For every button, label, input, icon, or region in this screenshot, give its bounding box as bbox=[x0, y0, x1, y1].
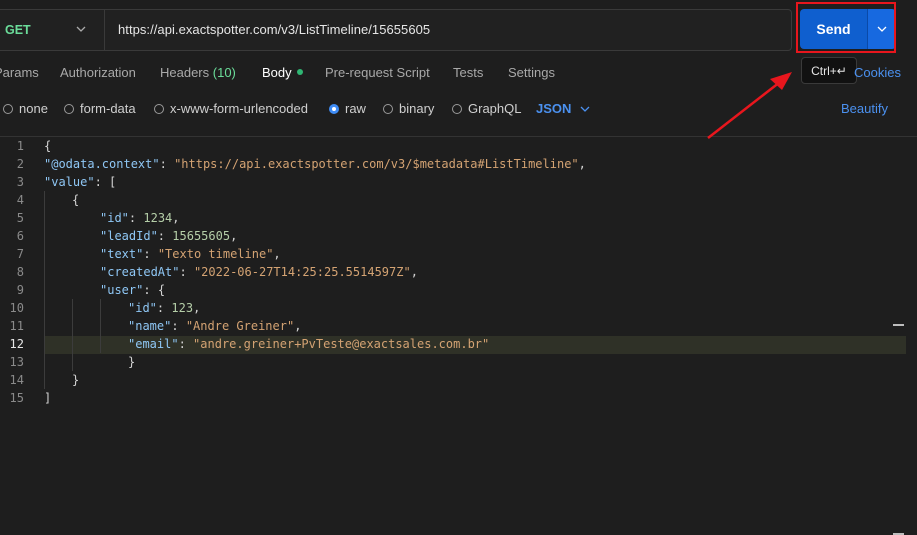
line-number: 1 bbox=[16, 139, 24, 153]
indent-guide bbox=[72, 299, 73, 371]
radio-binary[interactable]: binary bbox=[383, 101, 434, 116]
annotation-highlight-box bbox=[796, 2, 896, 53]
radio-circle bbox=[383, 103, 393, 114]
beautify-link[interactable]: Beautify bbox=[841, 101, 888, 116]
tab-headers-count: (10) bbox=[212, 65, 236, 80]
radio-circle-selected bbox=[329, 103, 339, 114]
line-number: 5 bbox=[16, 211, 24, 225]
radio-x-www-form-urlencoded[interactable]: x-www-form-urlencoded bbox=[154, 101, 308, 116]
send-shortcut-tooltip: Ctrl+↵ bbox=[801, 57, 857, 84]
line-number-current: 12 bbox=[9, 337, 24, 351]
request-url-bar: GET https://api.exactspotter.com/v3/List… bbox=[0, 9, 792, 51]
code-line-current: "email": "andre.greiner+PvTeste@exactsal… bbox=[128, 337, 490, 351]
radio-label: none bbox=[19, 101, 48, 116]
code-line: "id": 123, bbox=[128, 301, 201, 315]
radio-circle bbox=[64, 103, 74, 114]
line-number: 10 bbox=[9, 301, 24, 315]
tab-body[interactable]: Body bbox=[262, 65, 303, 80]
radio-graphql[interactable]: GraphQL bbox=[452, 101, 521, 116]
indent-guide bbox=[100, 299, 101, 353]
code-line: ] bbox=[44, 391, 52, 405]
line-number: 9 bbox=[16, 283, 24, 297]
line-number: 4 bbox=[16, 193, 24, 207]
tab-tests[interactable]: Tests bbox=[453, 65, 483, 80]
chevron-down-icon bbox=[76, 26, 86, 32]
code-line: "leadId": 15655605, bbox=[100, 229, 238, 243]
line-number: 3 bbox=[16, 175, 24, 189]
code-line: { bbox=[72, 193, 80, 207]
code-line: "createdAt": "2022-06-27T14:25:25.551459… bbox=[100, 265, 418, 279]
body-indicator-dot bbox=[296, 69, 303, 75]
radio-raw[interactable]: raw bbox=[329, 101, 366, 116]
tab-settings[interactable]: Settings bbox=[508, 65, 555, 80]
body-editor[interactable]: 1 2 3 4 5 6 7 8 9 10 11 12 13 14 15 { "@… bbox=[0, 137, 917, 535]
line-number: 14 bbox=[9, 373, 24, 387]
code-line: } bbox=[72, 373, 80, 387]
radio-form-data[interactable]: form-data bbox=[64, 101, 136, 116]
code-line: "name": "Andre Greiner", bbox=[128, 319, 302, 333]
tab-pre-request-script[interactable]: Pre-request Script bbox=[325, 65, 430, 80]
method-label: GET bbox=[5, 23, 31, 37]
code-line: } bbox=[128, 355, 136, 369]
radio-circle bbox=[452, 103, 462, 114]
line-number: 2 bbox=[16, 157, 24, 171]
scrollbar-marker bbox=[893, 324, 904, 326]
line-number: 7 bbox=[16, 247, 24, 261]
tab-headers[interactable]: Headers (10) bbox=[160, 65, 236, 80]
code-line: "@odata.context": "https://api.exactspot… bbox=[44, 157, 586, 171]
method-select[interactable]: GET bbox=[0, 10, 105, 50]
tab-body-label: Body bbox=[262, 65, 292, 80]
line-number: 13 bbox=[9, 355, 24, 369]
radio-label: raw bbox=[345, 101, 366, 116]
radio-circle bbox=[3, 103, 13, 114]
radio-circle bbox=[154, 103, 164, 114]
radio-label: GraphQL bbox=[468, 101, 522, 116]
cookies-link[interactable]: Cookies bbox=[854, 65, 901, 80]
tab-params[interactable]: Params bbox=[0, 65, 39, 80]
line-number: 8 bbox=[16, 265, 24, 279]
code-line: "value": [ bbox=[44, 175, 117, 189]
format-label: JSON bbox=[536, 101, 572, 116]
code-line: "text": "Texto timeline", bbox=[100, 247, 281, 261]
code-line: "id": 1234, bbox=[100, 211, 180, 225]
radio-none[interactable]: none bbox=[3, 101, 48, 116]
code-line: { bbox=[44, 139, 52, 153]
line-number: 11 bbox=[9, 319, 24, 333]
tab-headers-label: Headers bbox=[160, 65, 210, 80]
indent-guide bbox=[44, 191, 45, 389]
format-select[interactable]: JSON bbox=[536, 101, 590, 116]
line-number: 15 bbox=[9, 391, 24, 405]
radio-label: x-www-form-urlencoded bbox=[170, 101, 308, 116]
line-number: 6 bbox=[16, 229, 24, 243]
tab-authorization[interactable]: Authorization bbox=[60, 65, 136, 80]
code-line: "user": { bbox=[100, 283, 166, 297]
url-input[interactable]: https://api.exactspotter.com/v3/ListTime… bbox=[118, 10, 430, 50]
radio-label: form-data bbox=[80, 101, 136, 116]
chevron-down-icon bbox=[580, 106, 590, 112]
radio-label: binary bbox=[399, 101, 435, 116]
